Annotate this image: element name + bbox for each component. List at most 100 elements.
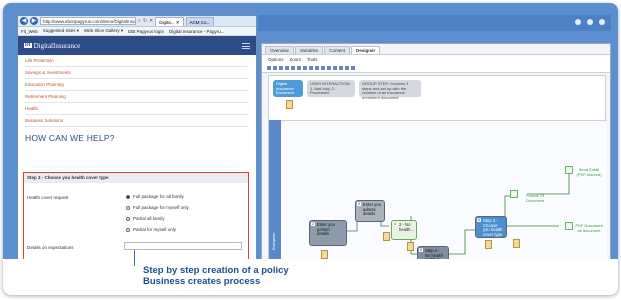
output-label: Format Of Document	[525, 193, 545, 203]
search-icon[interactable]: ⌕	[138, 18, 141, 24]
add-document-icon[interactable]	[309, 66, 313, 70]
step-node[interactable]: 4 2 - No health...	[391, 220, 417, 240]
step-label: Enter you adress details	[363, 202, 381, 217]
tab-acm[interactable]: ACM Co...	[185, 16, 215, 26]
step-node[interactable]: 6 Step 3 - Choose you health cover type	[475, 216, 507, 238]
site-logo[interactable]: DI DigitalInsurance	[24, 42, 80, 50]
document-icon[interactable]	[485, 240, 492, 249]
site-header: DI DigitalInsurance	[18, 36, 256, 55]
menu-item-health[interactable]: Health	[25, 103, 249, 115]
email-output-icon[interactable]	[565, 166, 573, 174]
caption: Step by step creation of a policy Busine…	[143, 265, 363, 287]
search-icon[interactable]	[351, 66, 355, 70]
menu-item-education[interactable]: Education Planning	[25, 79, 249, 91]
callout-line	[134, 250, 135, 266]
option-label: Full package for myself only	[133, 205, 189, 210]
menu-item-retirement[interactable]: Retirement Planning	[25, 91, 249, 103]
screenshot-frame: ◀ ▶ http://www.ebonpagyrus.com/demo/Digi…	[3, 3, 618, 295]
output-label: PDF Document as document	[575, 223, 603, 233]
document-icon[interactable]	[321, 250, 328, 259]
option-label: Partial for myself only	[133, 227, 177, 232]
zoom-in-icon[interactable]	[333, 66, 337, 70]
link-icon[interactable]	[315, 66, 319, 70]
cover-request-label: Health cover request	[27, 195, 69, 200]
star-icon[interactable]	[599, 19, 605, 25]
format-output-icon[interactable]	[510, 190, 518, 198]
logo-mark: DI	[24, 43, 32, 48]
refresh-icon[interactable]: ↻	[143, 18, 147, 24]
step-label: Step 3 - Choose you health cover type	[483, 218, 503, 237]
favorite-item[interactable]: Digital Insurance - Pagyru...	[169, 29, 225, 34]
logo-text: DigitalInsurance	[33, 41, 81, 50]
tab-digital[interactable]: Digita... ✕	[155, 16, 184, 26]
cover-option[interactable]: Partial all family	[126, 216, 165, 221]
favorite-item[interactable]: Fit_Web	[21, 29, 38, 34]
expectations-label: Details on expectations	[27, 245, 74, 250]
radio-selected[interactable]	[126, 194, 130, 199]
step-title: Step 3 - Choose you health cover type	[24, 173, 248, 183]
menu-zoom[interactable]: Zoom	[290, 57, 302, 62]
connector	[527, 174, 570, 195]
radio[interactable]	[126, 205, 130, 210]
step-number: 3	[357, 202, 361, 206]
step-number: 6	[477, 218, 481, 222]
favorite-item[interactable]: Web Slice Gallery ▾	[84, 28, 123, 34]
caption-line-2: Business creates process	[143, 276, 261, 287]
help-title: HOW CAN WE HELP?	[25, 133, 115, 143]
favorite-item[interactable]: EBI Pagyrus login	[128, 29, 164, 34]
align-icon[interactable]	[327, 66, 331, 70]
cover-option[interactable]: Partial for myself only	[126, 227, 176, 232]
designer-tabs: Overview Variables Content Designer	[262, 44, 610, 54]
settings-icon[interactable]	[587, 19, 593, 25]
menu-item-savings[interactable]: Savings & Investments	[25, 67, 249, 79]
cut-icon[interactable]	[285, 66, 289, 70]
document-icon[interactable]	[383, 232, 390, 241]
process-designer: Overview Variables Content Designer Opti…	[261, 43, 611, 280]
tab-overview[interactable]: Overview	[265, 46, 294, 54]
designer-toolbar	[262, 64, 610, 73]
caption-line-1: Step by step creation of a policy	[143, 265, 289, 276]
address-bar[interactable]: http://www.ebonpagyrus.com/demo/DigitalI…	[40, 17, 136, 25]
undo-icon[interactable]	[273, 66, 277, 70]
favorite-item[interactable]: Suggested Sites ▾	[43, 28, 79, 34]
document-icon[interactable]	[513, 239, 520, 248]
step-node[interactable]: 3 Enter you adress details	[355, 200, 385, 222]
tab-content[interactable]: Content	[324, 46, 350, 54]
back-icon[interactable]: ◀	[20, 17, 28, 25]
hamburger-menu-icon[interactable]	[242, 42, 250, 49]
step-node[interactable]: 2 Enter you person details	[309, 220, 347, 246]
fit-icon[interactable]	[345, 66, 349, 70]
designer-menu: Options Zoom Tools	[262, 54, 610, 64]
cover-option[interactable]: Full package for all family	[126, 194, 184, 199]
tab-variables[interactable]: Variables	[294, 46, 324, 54]
radio[interactable]	[126, 227, 130, 232]
step-number: 4	[393, 222, 397, 226]
step-number: 5	[419, 248, 423, 252]
health-cover-form: Step 3 - Choose you health cover type He…	[23, 172, 249, 268]
refresh-window-icon[interactable]	[575, 19, 581, 25]
menu-item-business[interactable]: Business Solutions	[25, 115, 249, 127]
menu-item-life-protection[interactable]: Life Protection	[25, 55, 249, 67]
output-label: Send Email (PDF-insured)	[576, 167, 602, 177]
option-label: Partial all family	[133, 216, 165, 221]
stop-icon[interactable]: ✕	[149, 18, 153, 24]
save-icon[interactable]	[267, 66, 271, 70]
cover-option[interactable]: Full package for myself only	[126, 205, 189, 210]
connector	[447, 229, 475, 255]
copy-icon[interactable]	[291, 66, 295, 70]
redo-icon[interactable]	[279, 66, 283, 70]
paste-icon[interactable]	[297, 66, 301, 70]
menu-options[interactable]: Options	[268, 57, 284, 62]
forward-icon[interactable]: ▶	[30, 17, 38, 25]
document-icon[interactable]	[407, 242, 414, 251]
radio[interactable]	[126, 216, 130, 221]
site-menu: Life Protection Savings & Investments Ed…	[18, 55, 256, 127]
pdf-output-icon[interactable]	[565, 222, 573, 230]
add-step-icon[interactable]	[303, 66, 307, 70]
designer-canvas[interactable]: Digital Insurance Enrolment USER INTERAC…	[268, 75, 607, 275]
menu-tools[interactable]: Tools	[307, 57, 318, 62]
zoom-out-icon[interactable]	[339, 66, 343, 70]
expectations-input[interactable]	[124, 242, 242, 250]
group-icon[interactable]	[321, 66, 325, 70]
tab-designer[interactable]: Designer	[350, 46, 381, 54]
